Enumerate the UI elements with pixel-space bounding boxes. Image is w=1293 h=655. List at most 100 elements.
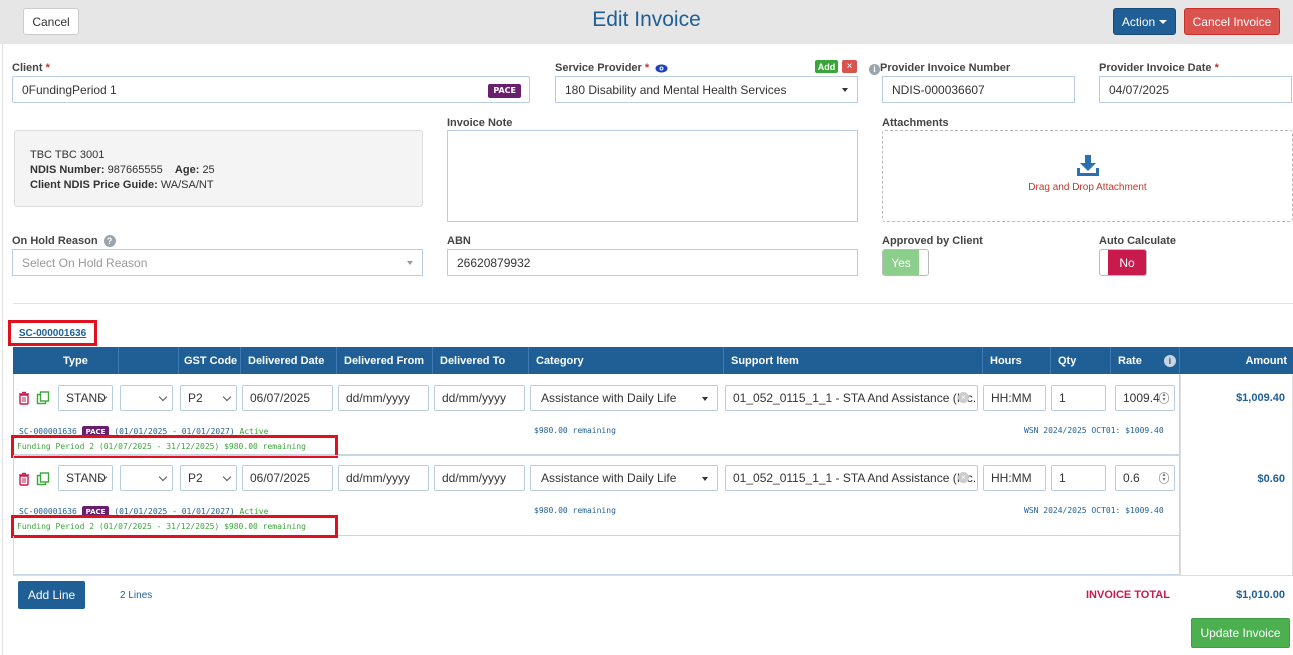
provider-invoice-number-label: i Provider Invoice Number bbox=[869, 62, 1010, 75]
spinner-icon[interactable]: ▴ ▾ bbox=[1159, 392, 1169, 404]
delivered-date-input[interactable]: 06/07/2025 bbox=[242, 385, 333, 411]
category-select[interactable]: Assistance with Daily Life bbox=[530, 465, 718, 491]
attachments-label: Attachments bbox=[882, 117, 949, 129]
rate-input[interactable]: 1009.4 ▴ ▾ bbox=[1115, 385, 1175, 411]
update-invoice-button[interactable]: Update Invoice bbox=[1191, 618, 1290, 648]
category-select[interactable]: Assistance with Daily Life bbox=[530, 385, 718, 411]
auto-calculate-toggle[interactable]: No bbox=[1099, 249, 1147, 276]
chevron-down-icon bbox=[222, 472, 232, 482]
client-price-guide-line: Client NDIS Price Guide: WA/SA/NT bbox=[30, 179, 214, 191]
type-select[interactable]: STAND bbox=[58, 385, 113, 411]
funding-period-highlight: Funding Period 2 (01/07/2025 - 31/12/202… bbox=[11, 515, 338, 538]
client-info-panel: TBC TBC 3001 NDIS Number: 987665555 Age:… bbox=[14, 130, 423, 207]
cancel-invoice-button[interactable]: Cancel Invoice bbox=[1184, 8, 1280, 35]
chevron-down-icon bbox=[158, 472, 168, 482]
on-hold-reason-placeholder: Select On Hold Reason bbox=[22, 255, 148, 270]
invoice-total-label: INVOICE TOTAL bbox=[1086, 589, 1170, 601]
column-header-delivered-to: Delivered To bbox=[440, 354, 506, 367]
add-line-button[interactable]: Add Line bbox=[18, 581, 85, 609]
column-header-rate: Rate i bbox=[1118, 347, 1176, 374]
remove-provider-button[interactable]: × bbox=[842, 60, 857, 73]
abn-input[interactable]: 26620879932 bbox=[447, 249, 858, 276]
info-icon[interactable]: i bbox=[869, 64, 880, 75]
question-icon[interactable]: ? bbox=[103, 235, 116, 247]
type-select[interactable]: STAND bbox=[58, 465, 113, 491]
add-provider-button[interactable]: Add bbox=[815, 60, 838, 73]
line-amount: $1,009.40 bbox=[1236, 392, 1285, 404]
service-provider-value: 180 Disability and Mental Health Service… bbox=[565, 82, 787, 97]
approved-toggle-on: Yes bbox=[883, 250, 919, 275]
provider-invoice-number-input[interactable]: NDIS-000036607 bbox=[882, 76, 1075, 103]
info-icon[interactable]: i bbox=[1163, 354, 1176, 367]
download-icon bbox=[1077, 155, 1099, 176]
trash-icon[interactable] bbox=[17, 391, 31, 405]
client-value: 0FundingPeriod 1 bbox=[22, 82, 117, 97]
rate-input[interactable]: 0.6 ▴ ▾ bbox=[1115, 465, 1175, 491]
service-contract-link[interactable]: SC-000001636 bbox=[8, 320, 97, 346]
caret-down-icon bbox=[1159, 19, 1168, 24]
clear-icon[interactable]: × bbox=[958, 392, 969, 403]
lines-count: 2 Lines bbox=[120, 590, 153, 601]
client-label: Client * bbox=[12, 62, 50, 74]
funding-period-text: Funding Period 2 (01/07/2025 - 31/12/202… bbox=[17, 522, 306, 531]
gst-code-select[interactable]: P2 bbox=[180, 465, 237, 491]
on-hold-reason-select[interactable]: Select On Hold Reason bbox=[12, 249, 423, 276]
approved-by-client-toggle[interactable]: Yes bbox=[882, 249, 929, 276]
table-footer-divider bbox=[13, 575, 1293, 576]
chevron-down-icon bbox=[702, 477, 708, 481]
chevron-down-icon bbox=[407, 261, 413, 265]
invoice-lines-header: Type GST Code Delivered Date Delivered F… bbox=[13, 347, 1293, 374]
empty-line-area bbox=[13, 536, 1180, 575]
funding-period-text: Funding Period 2 (01/07/2025 - 31/12/202… bbox=[17, 442, 306, 451]
column-header-hours: Hours bbox=[990, 354, 1022, 367]
hours-input[interactable]: HH:MM bbox=[983, 385, 1046, 411]
provider-invoice-date-input[interactable]: 04/07/2025 bbox=[1099, 76, 1292, 103]
invoice-note-label: Invoice Note bbox=[447, 117, 513, 129]
clear-icon[interactable]: × bbox=[958, 472, 969, 483]
chevron-down-icon bbox=[158, 392, 168, 402]
auto-calculate-toggle-off: No bbox=[1108, 250, 1146, 275]
trash-icon[interactable] bbox=[17, 472, 31, 486]
spinner-icon[interactable]: ▴ ▾ bbox=[1159, 472, 1169, 484]
column-header-delivered-from: Delivered From bbox=[344, 354, 425, 367]
column-header-amount: Amount bbox=[1245, 354, 1287, 367]
hours-input[interactable]: HH:MM bbox=[983, 465, 1046, 491]
delivered-from-input[interactable]: dd/mm/yyyy bbox=[338, 385, 429, 411]
support-item-select[interactable]: 01_052_0115_1_1 - STA And Assistance (In… bbox=[725, 385, 978, 411]
attachment-dropzone[interactable]: Drag and Drop Attachment bbox=[882, 130, 1293, 222]
support-item-select[interactable]: 01_052_0115_1_1 - STA And Assistance (In… bbox=[725, 465, 978, 491]
page-title: Edit Invoice bbox=[592, 8, 701, 31]
category-remaining: $980.00 remaining bbox=[534, 506, 616, 515]
auto-calculate-label: Auto Calculate bbox=[1099, 235, 1177, 247]
on-hold-reason-label: On Hold Reason ? bbox=[12, 235, 116, 247]
qty-input[interactable]: 1 bbox=[1051, 385, 1106, 411]
service-provider-select[interactable]: 180 Disability and Mental Health Service… bbox=[555, 76, 858, 103]
column-header-delivered-date: Delivered Date bbox=[248, 354, 325, 367]
action-dropdown-button[interactable]: Action bbox=[1113, 8, 1176, 35]
delivered-to-input[interactable]: dd/mm/yyyy bbox=[434, 385, 525, 411]
blank-select[interactable] bbox=[120, 465, 173, 491]
invoice-form: Client * 0FundingPeriod 1 PACE Service P… bbox=[2, 44, 1293, 655]
invoice-note-textarea[interactable] bbox=[447, 130, 858, 222]
column-header-type: Type bbox=[63, 354, 88, 367]
column-header-category: Category bbox=[536, 354, 584, 367]
column-header-support-item: Support Item bbox=[731, 354, 799, 367]
price-guide-reference: WSN 2024/2025 OCT01: $1009.40 bbox=[1024, 426, 1164, 435]
provider-invoice-date-label: Provider Invoice Date * bbox=[1099, 62, 1219, 74]
gst-code-select[interactable]: P2 bbox=[180, 385, 237, 411]
chevron-down-icon bbox=[702, 397, 708, 401]
copy-icon[interactable] bbox=[36, 472, 50, 486]
blank-select[interactable] bbox=[120, 385, 173, 411]
top-bar: Cancel Edit Invoice Action Cancel Invoic… bbox=[0, 0, 1293, 44]
delivered-date-input[interactable]: 06/07/2025 bbox=[242, 465, 333, 491]
client-field[interactable]: 0FundingPeriod 1 PACE bbox=[12, 76, 530, 103]
abn-label: ABN bbox=[447, 235, 471, 247]
copy-icon[interactable] bbox=[36, 391, 50, 405]
delivered-from-input[interactable]: dd/mm/yyyy bbox=[338, 465, 429, 491]
qty-input[interactable]: 1 bbox=[1051, 465, 1106, 491]
eye-icon[interactable] bbox=[655, 64, 668, 73]
approved-by-client-label: Approved by Client bbox=[882, 235, 983, 247]
line-amount: $0.60 bbox=[1257, 473, 1285, 485]
chevron-down-icon bbox=[222, 392, 232, 402]
delivered-to-input[interactable]: dd/mm/yyyy bbox=[434, 465, 525, 491]
